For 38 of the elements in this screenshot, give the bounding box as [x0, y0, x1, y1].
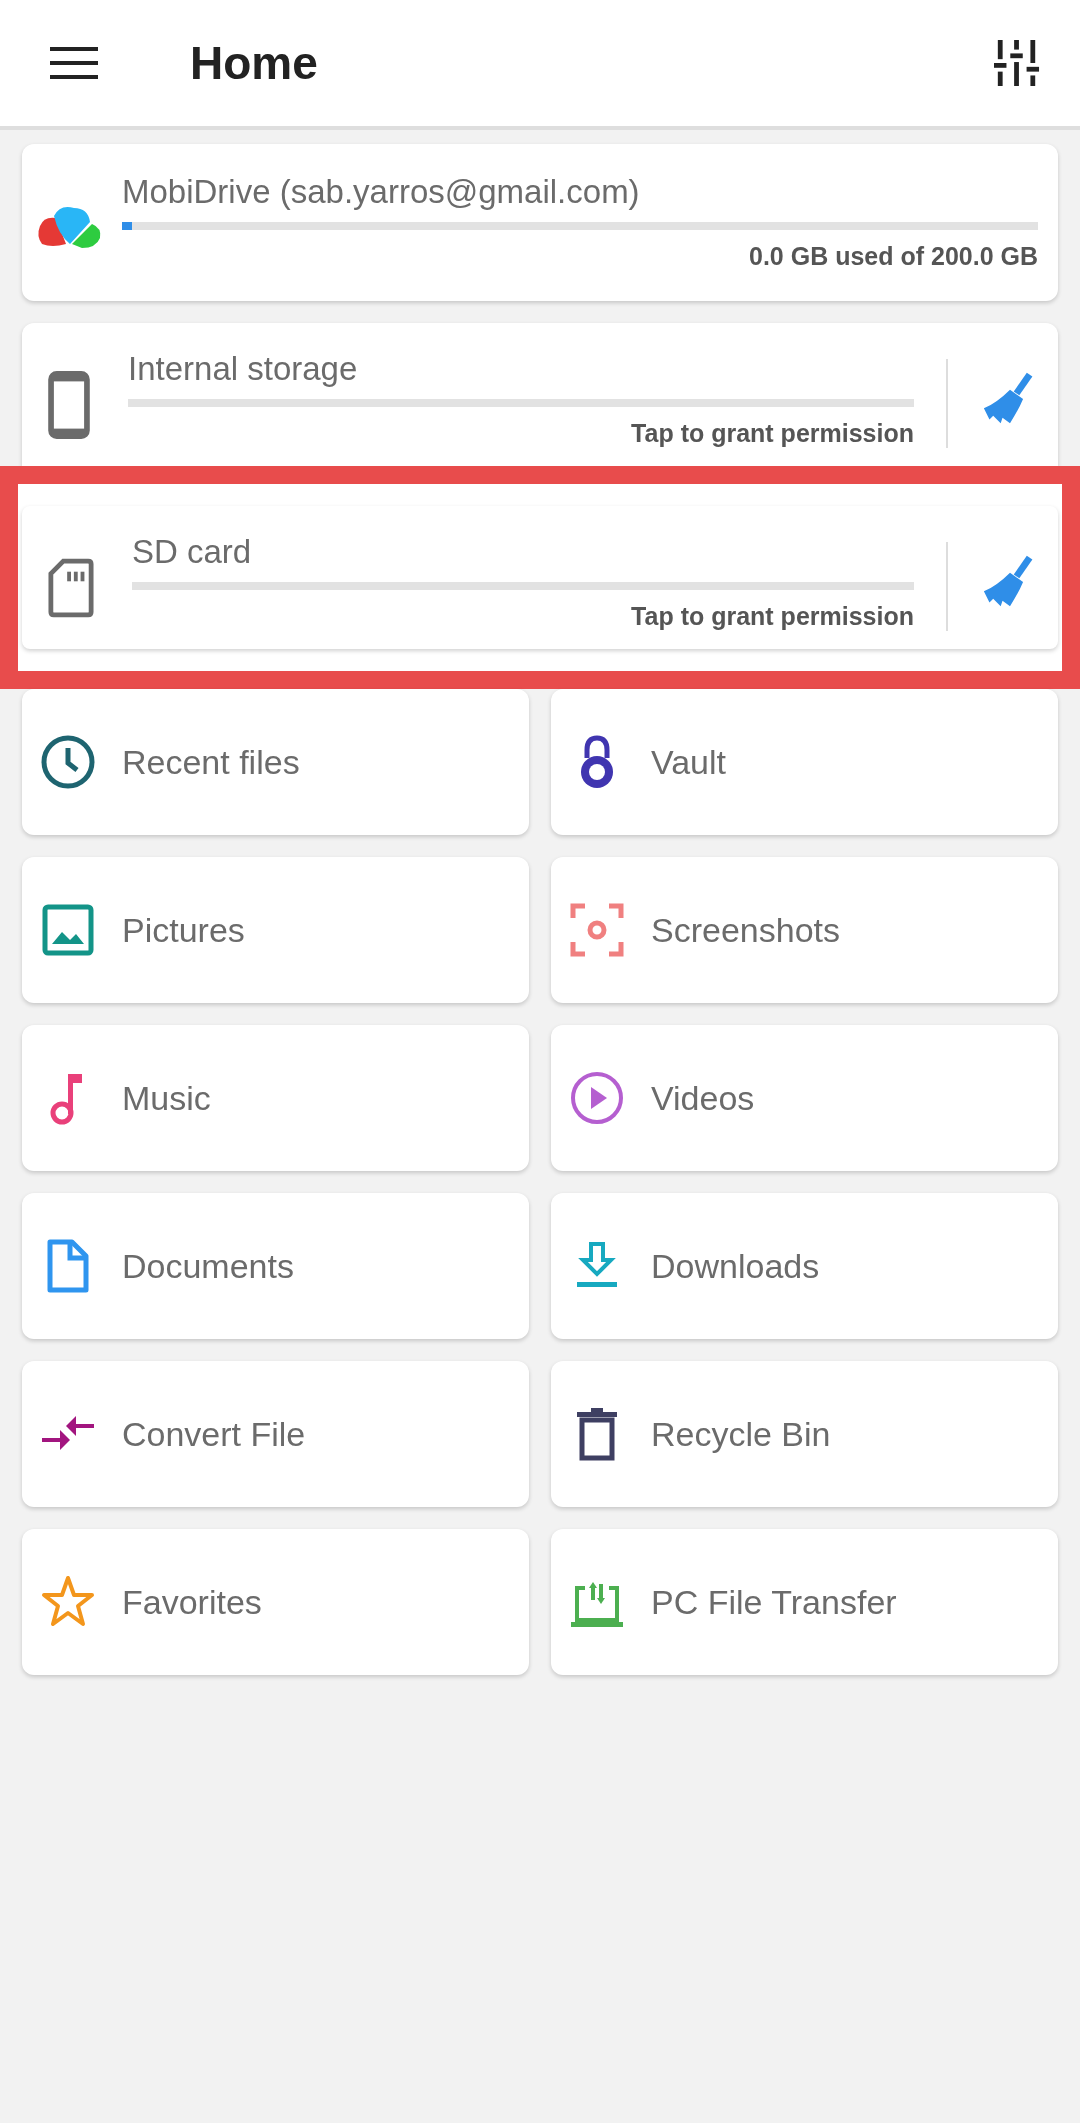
account-name: MobiDrive (sab.yarros@gmail.com): [122, 172, 641, 212]
tile-label: Pictures: [122, 910, 245, 950]
tile-label: Vault: [651, 742, 726, 782]
category-tile[interactable]: Vault: [551, 689, 1058, 835]
permission-text: Tap to grant permission: [631, 602, 914, 631]
category-tile[interactable]: Music: [22, 1025, 529, 1171]
category-tile[interactable]: Documents: [22, 1193, 529, 1339]
tile-label: Music: [122, 1078, 211, 1118]
cloud-storage-card[interactable]: MobiDrive (sab.yarros@gmail.com) 0.0 GB used of 200.0 GB: [22, 144, 1058, 301]
tile-label: Favorites: [122, 1582, 262, 1622]
phone-icon: [48, 370, 90, 439]
permission-text: Tap to grant permission: [631, 419, 914, 448]
category-tile[interactable]: Videos: [551, 1025, 1058, 1171]
storage-card[interactable]: Internal storage Tap to grant permission: [22, 323, 1058, 466]
tile-label: Screenshots: [651, 910, 840, 950]
page-title: Home: [190, 36, 319, 90]
sd-card-icon: [48, 557, 94, 618]
category-tile[interactable]: Favorites: [22, 1529, 529, 1675]
tile-label: Recycle Bin: [651, 1414, 831, 1454]
menu-icon[interactable]: [50, 47, 98, 79]
storage-name: Internal storage: [128, 349, 359, 389]
tile-label: Convert File: [122, 1414, 306, 1454]
usage-text: 0.0 GB used of 200.0 GB: [749, 242, 1038, 271]
tile-label: Recent files: [122, 742, 300, 782]
category-tile[interactable]: Recycle Bin: [551, 1361, 1058, 1507]
category-tile[interactable]: Recent files: [22, 689, 529, 835]
tile-label: PC File Transfer: [651, 1582, 897, 1622]
tile-label: Downloads: [651, 1246, 820, 1286]
storage-name: SD card: [132, 532, 253, 572]
category-tile[interactable]: Screenshots: [551, 857, 1058, 1003]
tile-label: Videos: [651, 1078, 755, 1118]
category-tile[interactable]: PC File Transfer: [551, 1529, 1058, 1675]
category-tile[interactable]: Convert File: [22, 1361, 529, 1507]
category-tile[interactable]: Pictures: [22, 857, 529, 1003]
storage-card[interactable]: SD card Tap to grant permission: [22, 506, 1058, 649]
category-tile[interactable]: Downloads: [551, 1193, 1058, 1339]
tile-label: Documents: [122, 1246, 294, 1286]
sliders-icon[interactable]: [994, 40, 1040, 86]
